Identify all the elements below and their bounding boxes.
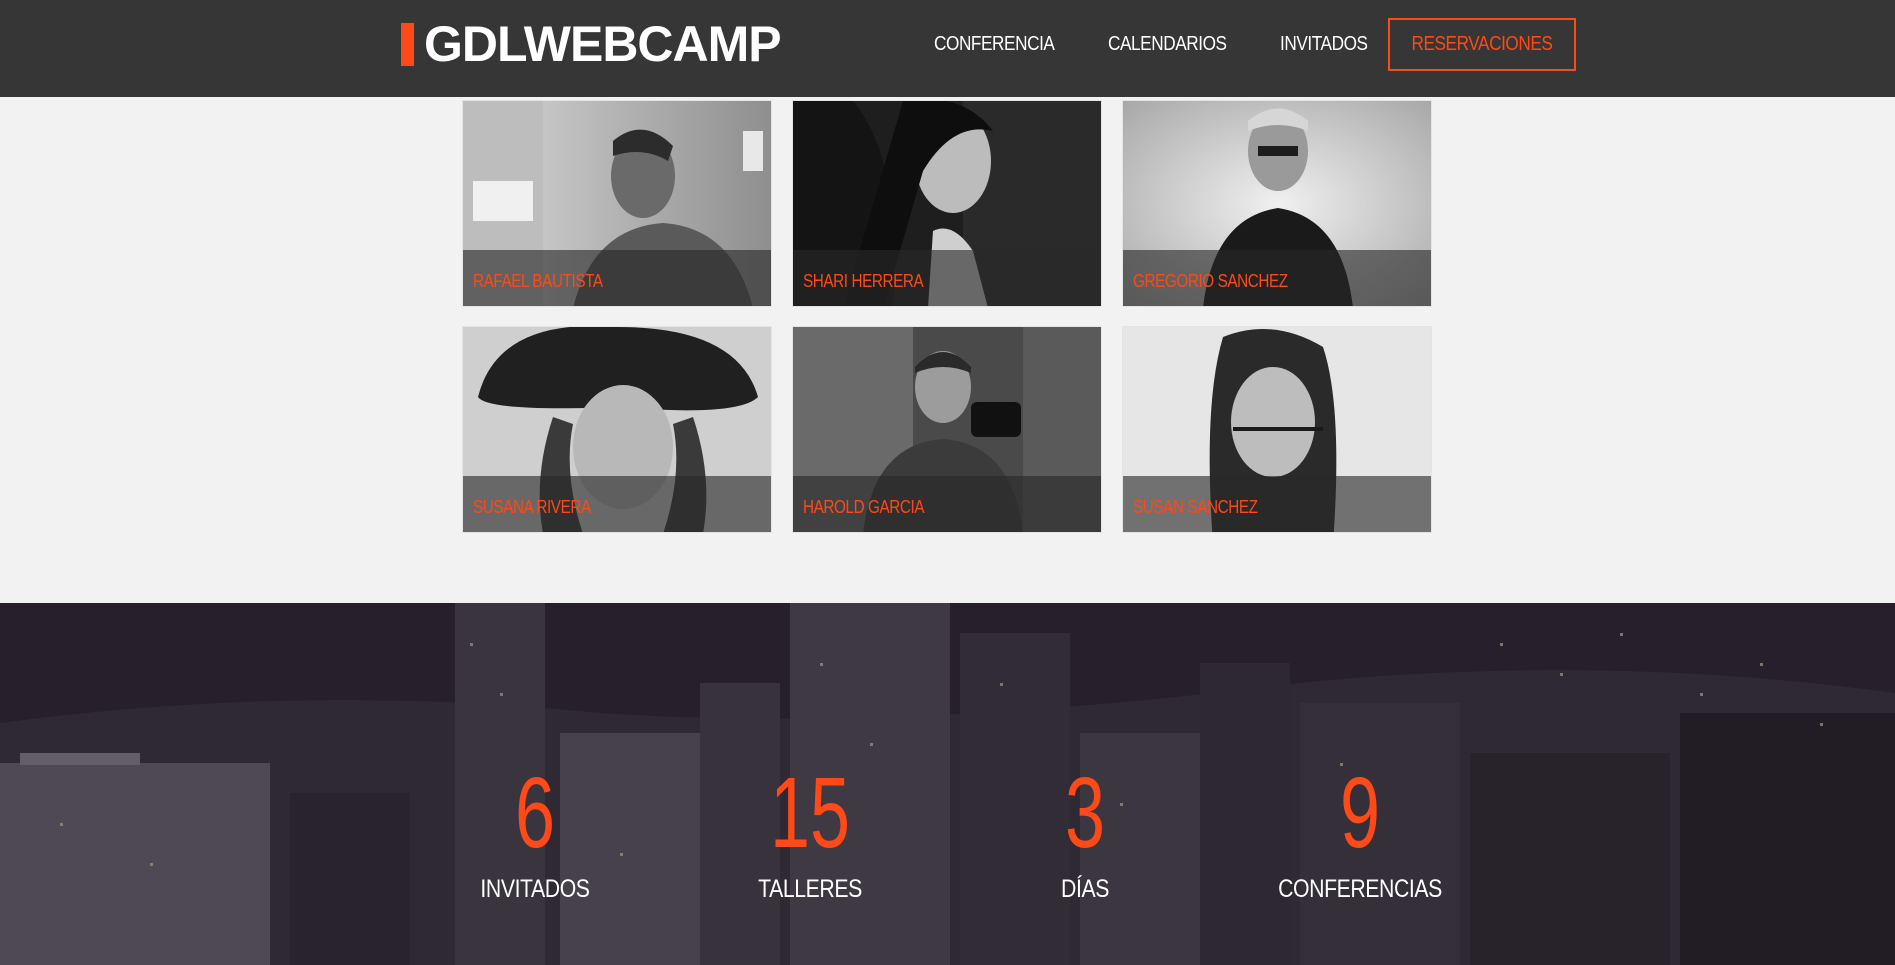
speaker-card-gregorio-sanchez[interactable]: GREGORIO SANCHEZ xyxy=(1122,100,1432,307)
stat-value: 3 xyxy=(1064,757,1106,869)
stat-label: DÍAS xyxy=(1061,875,1109,903)
stats-section: 6 INVITADOS 15 TALLERES 3 DÍAS 9 CONFERE… xyxy=(0,603,1895,965)
logo[interactable]: GDLWEBCAMP xyxy=(401,16,782,72)
stat-conferencias: 9 CONFERENCIAS xyxy=(1240,763,1480,904)
speaker-name: SUSANA RIVERA xyxy=(473,497,591,517)
logo-accent-bar xyxy=(401,22,414,66)
speaker-name: HAROLD GARCIA xyxy=(803,497,925,517)
stat-label: INVITADOS xyxy=(480,875,590,903)
nav-link-calendarios[interactable]: CALENDARIOS xyxy=(1108,33,1227,56)
stat-value: 15 xyxy=(769,757,851,869)
stat-invitados: 6 INVITADOS xyxy=(415,763,655,904)
reservaciones-button-label: RESERVACIONES xyxy=(1411,33,1553,55)
speaker-card-rafael-bautista[interactable]: RAFAEL BAUTISTA xyxy=(462,100,772,307)
reservaciones-button[interactable]: RESERVACIONES xyxy=(1387,18,1576,71)
stat-value: 6 xyxy=(514,757,556,869)
stat-value: 9 xyxy=(1339,757,1381,869)
site-header: GDLWEBCAMP CONFERENCIA CALENDARIOS INVIT… xyxy=(0,0,1895,97)
speaker-card-harold-garcia[interactable]: HAROLD GARCIA xyxy=(792,326,1102,533)
speaker-name: RAFAEL BAUTISTA xyxy=(473,271,603,291)
nav-link-invitados[interactable]: INVITADOS xyxy=(1280,33,1368,56)
speaker-card-susana-rivera[interactable]: SUSANA RIVERA xyxy=(462,326,772,533)
stat-dias: 3 DÍAS xyxy=(965,763,1205,904)
speaker-name: SHARI HERRERA xyxy=(803,271,924,291)
stat-talleres: 15 TALLERES xyxy=(690,763,930,904)
speaker-name: SUSAN SANCHEZ xyxy=(1133,497,1258,517)
city-background-image xyxy=(0,603,1895,965)
nav-link-conferencia[interactable]: CONFERENCIA xyxy=(934,33,1055,56)
stat-label: CONFERENCIAS xyxy=(1278,875,1442,903)
main-nav: CONFERENCIA CALENDARIOS INVITADOS RESERV… xyxy=(934,18,1576,71)
stat-label: TALLERES xyxy=(758,875,862,903)
speaker-name: GREGORIO SANCHEZ xyxy=(1133,271,1288,291)
speaker-card-susan-sanchez[interactable]: SUSAN SANCHEZ xyxy=(1122,326,1432,533)
logo-text: GDLWEBCAMP xyxy=(424,16,782,72)
speaker-card-shari-herrera[interactable]: SHARI HERRERA xyxy=(792,100,1102,307)
